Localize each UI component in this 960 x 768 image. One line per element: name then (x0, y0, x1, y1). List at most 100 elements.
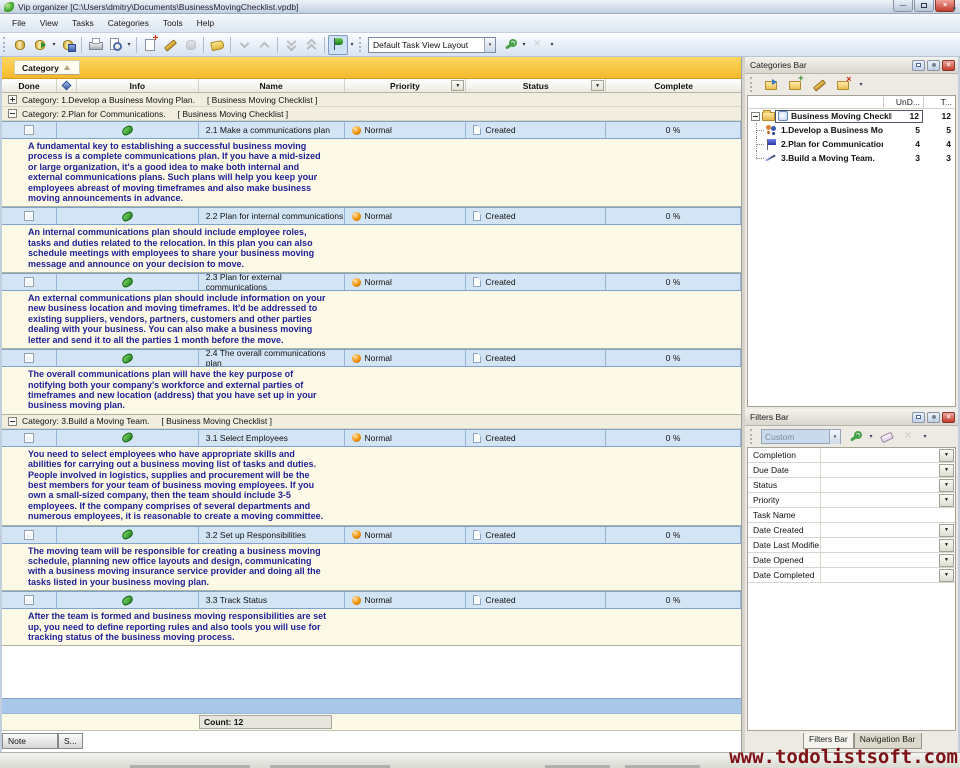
delete-category-button[interactable] (833, 75, 853, 95)
toolbar-grip[interactable] (750, 429, 752, 444)
permissions-button[interactable] (180, 35, 200, 55)
new-category-button[interactable] (761, 75, 781, 95)
maximize-button[interactable] (914, 0, 934, 12)
filter-value-dropdown[interactable]: ▼ (939, 479, 954, 492)
filter-value-cell[interactable] (821, 538, 939, 552)
task-name-cell[interactable]: 3.3 Track Status (199, 592, 345, 608)
filter-value-dropdown[interactable]: ▼ (939, 494, 954, 507)
task-done-checkbox[interactable] (24, 211, 34, 221)
task-status-cell[interactable]: Created (466, 274, 606, 290)
task-row[interactable]: 2.3 Plan for external communicationsNorm… (2, 273, 741, 291)
task-status-cell[interactable]: Created (466, 122, 606, 138)
combo-dropdown-icon[interactable]: ▾ (829, 430, 840, 444)
filter-value-cell[interactable] (821, 568, 939, 582)
dropdown-caret-icon[interactable]: ▾ (857, 81, 865, 88)
task-done-checkbox[interactable] (24, 595, 34, 605)
column-header-name[interactable]: Name (199, 79, 345, 92)
task-view-layout-combo[interactable]: Default Task View Layout ▾ (368, 37, 496, 53)
dropdown-caret-icon[interactable]: ▾ (520, 41, 528, 48)
menu-file[interactable]: File (5, 16, 33, 30)
menu-overflow-caret-icon[interactable]: ▾ (952, 5, 956, 13)
tree-item[interactable]: 2.Plan for Communications.44 (748, 137, 955, 151)
filter-value-dropdown[interactable]: ▼ (939, 524, 954, 537)
task-done-checkbox[interactable] (24, 277, 34, 287)
combo-dropdown-icon[interactable]: ▾ (484, 38, 495, 52)
task-row[interactable]: 2.1 Make a communications planNormalCrea… (2, 121, 741, 139)
edit-category-button[interactable] (809, 75, 829, 95)
task-status-cell[interactable]: Created (466, 350, 606, 366)
task-done-checkbox[interactable] (24, 125, 34, 135)
task-name-cell[interactable]: 2.2 Plan for internal communications (199, 208, 345, 224)
selected-tree-item[interactable]: Business Moving Checklist 12 (775, 110, 923, 123)
task-done-checkbox[interactable] (24, 353, 34, 363)
panel-close-button[interactable]: × (942, 60, 955, 71)
dropdown-caret-icon[interactable]: ▾ (125, 41, 133, 48)
task-name-cell[interactable]: 3.1 Select Employees (199, 430, 345, 446)
filter-value-dropdown[interactable]: ▼ (939, 554, 954, 567)
menu-view[interactable]: View (33, 16, 65, 30)
new-task-button[interactable] (140, 35, 160, 55)
task-priority-cell[interactable]: Normal (345, 274, 467, 290)
filter-value-dropdown[interactable]: ▼ (939, 464, 954, 477)
collapse-tree-icon[interactable] (751, 112, 760, 121)
filter-value-cell[interactable] (821, 523, 939, 537)
column-header-status[interactable]: Status▼ (466, 79, 606, 92)
edit-task-button[interactable] (160, 35, 180, 55)
category-group-row[interactable]: Category: 2.Plan for Communications.[ Bu… (2, 107, 741, 121)
note-tab-s[interactable]: S... (58, 733, 83, 749)
panel-pin-button[interactable] (927, 60, 940, 71)
apply-layout-button[interactable] (500, 35, 520, 55)
panel-restore-button[interactable] (912, 60, 925, 71)
task-name-cell[interactable]: 2.1 Make a communications plan (199, 122, 345, 138)
filter-value-cell[interactable] (821, 508, 955, 522)
toolbar-options-caret-icon[interactable]: ▾ (548, 41, 556, 48)
move-to-top-button[interactable] (301, 35, 321, 55)
toolbar-grip[interactable] (359, 37, 361, 52)
task-name-cell[interactable]: 3.2 Set up Responsibilities (199, 527, 345, 543)
dropdown-caret-icon[interactable]: ▾ (867, 433, 875, 440)
filter-value-cell[interactable] (821, 478, 939, 492)
task-priority-cell[interactable]: Normal (345, 592, 467, 608)
collapse-group-icon[interactable] (8, 109, 17, 118)
filter-value-cell[interactable] (821, 493, 939, 507)
move-to-bottom-button[interactable] (281, 35, 301, 55)
filter-preset-combo[interactable]: Custom ▾ (761, 429, 841, 444)
panel-restore-button[interactable] (912, 412, 925, 423)
filter-value-cell[interactable] (821, 463, 939, 477)
toolbar-grip[interactable] (750, 77, 752, 92)
task-priority-cell[interactable]: Normal (345, 122, 467, 138)
status-filter-dropdown[interactable]: ▼ (591, 80, 604, 91)
task-priority-cell[interactable]: Normal (345, 208, 467, 224)
task-row[interactable]: 2.2 Plan for internal communicationsNorm… (2, 207, 741, 225)
print-preview-button[interactable] (105, 35, 125, 55)
menu-help[interactable]: Help (190, 16, 221, 30)
task-priority-cell[interactable]: Normal (345, 350, 467, 366)
column-header-priority[interactable]: Priority▼ (345, 79, 467, 92)
priority-filter-dropdown[interactable]: ▼ (451, 80, 464, 91)
filter-value-dropdown[interactable]: ▼ (939, 569, 954, 582)
task-status-cell[interactable]: Created (466, 592, 606, 608)
task-row[interactable]: 3.2 Set up ResponsibilitiesNormalCreated… (2, 526, 741, 544)
column-header-info[interactable]: Info (77, 79, 199, 92)
column-header-priority-flag[interactable] (57, 79, 77, 92)
menu-tools[interactable]: Tools (156, 16, 190, 30)
empty-selection-row[interactable] (2, 698, 741, 714)
dropdown-caret-icon[interactable]: ▾ (348, 41, 356, 48)
column-header-done[interactable]: Done (2, 79, 57, 92)
task-status-cell[interactable]: Created (466, 430, 606, 446)
tree-item[interactable]: 1.Develop a Business Movin55 (748, 123, 955, 137)
open-database-button[interactable] (30, 35, 50, 55)
panel-close-button[interactable]: × (942, 412, 955, 423)
task-done-checkbox[interactable] (24, 433, 34, 443)
task-row[interactable]: 3.3 Track StatusNormalCreated0 % (2, 591, 741, 609)
task-status-cell[interactable]: Created (466, 208, 606, 224)
clear-filter-button[interactable] (899, 427, 919, 447)
task-priority-cell[interactable]: Normal (345, 527, 467, 543)
filter-value-cell[interactable] (821, 448, 939, 462)
group-by-chip[interactable]: Category (14, 60, 80, 75)
dropdown-caret-icon[interactable]: ▾ (50, 41, 58, 48)
task-name-cell[interactable]: 2.3 Plan for external communications (199, 274, 345, 290)
window-titlebar[interactable]: Vip organizer [C:\Users\dmitry\Documents… (0, 0, 960, 14)
minimize-button[interactable]: — (893, 0, 913, 12)
undone-column-header[interactable]: UnD... (883, 97, 923, 107)
